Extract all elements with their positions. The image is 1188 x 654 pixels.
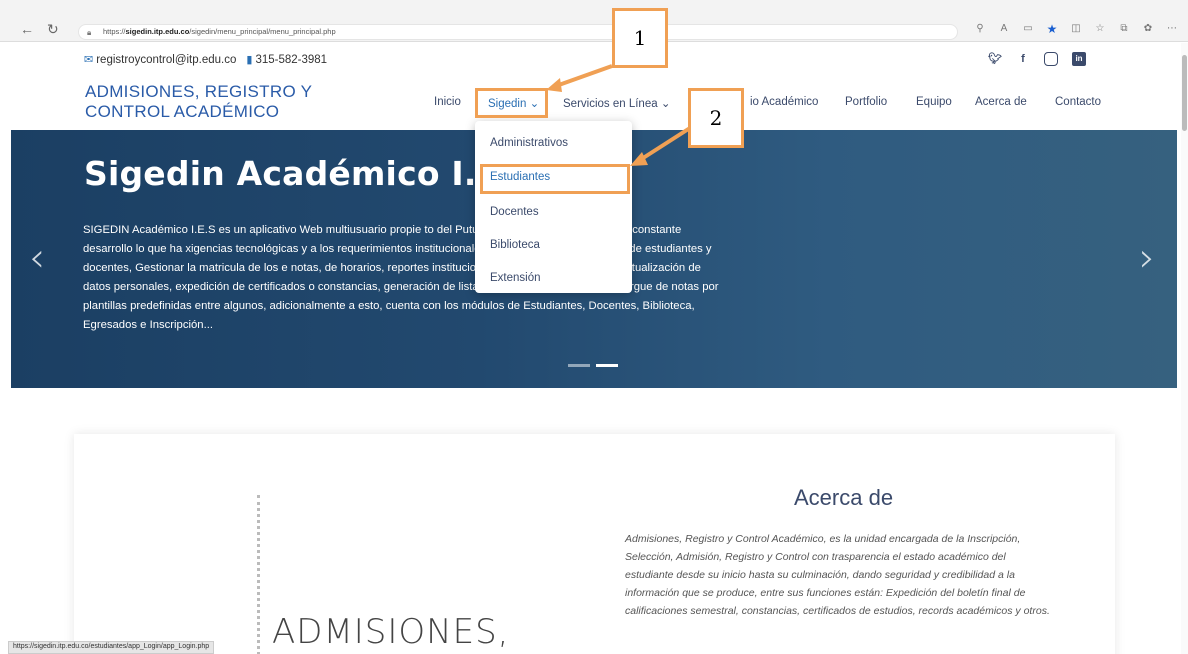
- annotation-arrowhead-1: [546, 78, 562, 92]
- annotation-arrow-1: [555, 64, 613, 88]
- annotation-badge-1: 1: [612, 8, 668, 68]
- annotation-badge-2: 2: [688, 88, 744, 148]
- annotation-arrow-2: [638, 126, 692, 162]
- annotation-arrows: [546, 64, 692, 166]
- annotation-arrowhead-2: [630, 152, 648, 166]
